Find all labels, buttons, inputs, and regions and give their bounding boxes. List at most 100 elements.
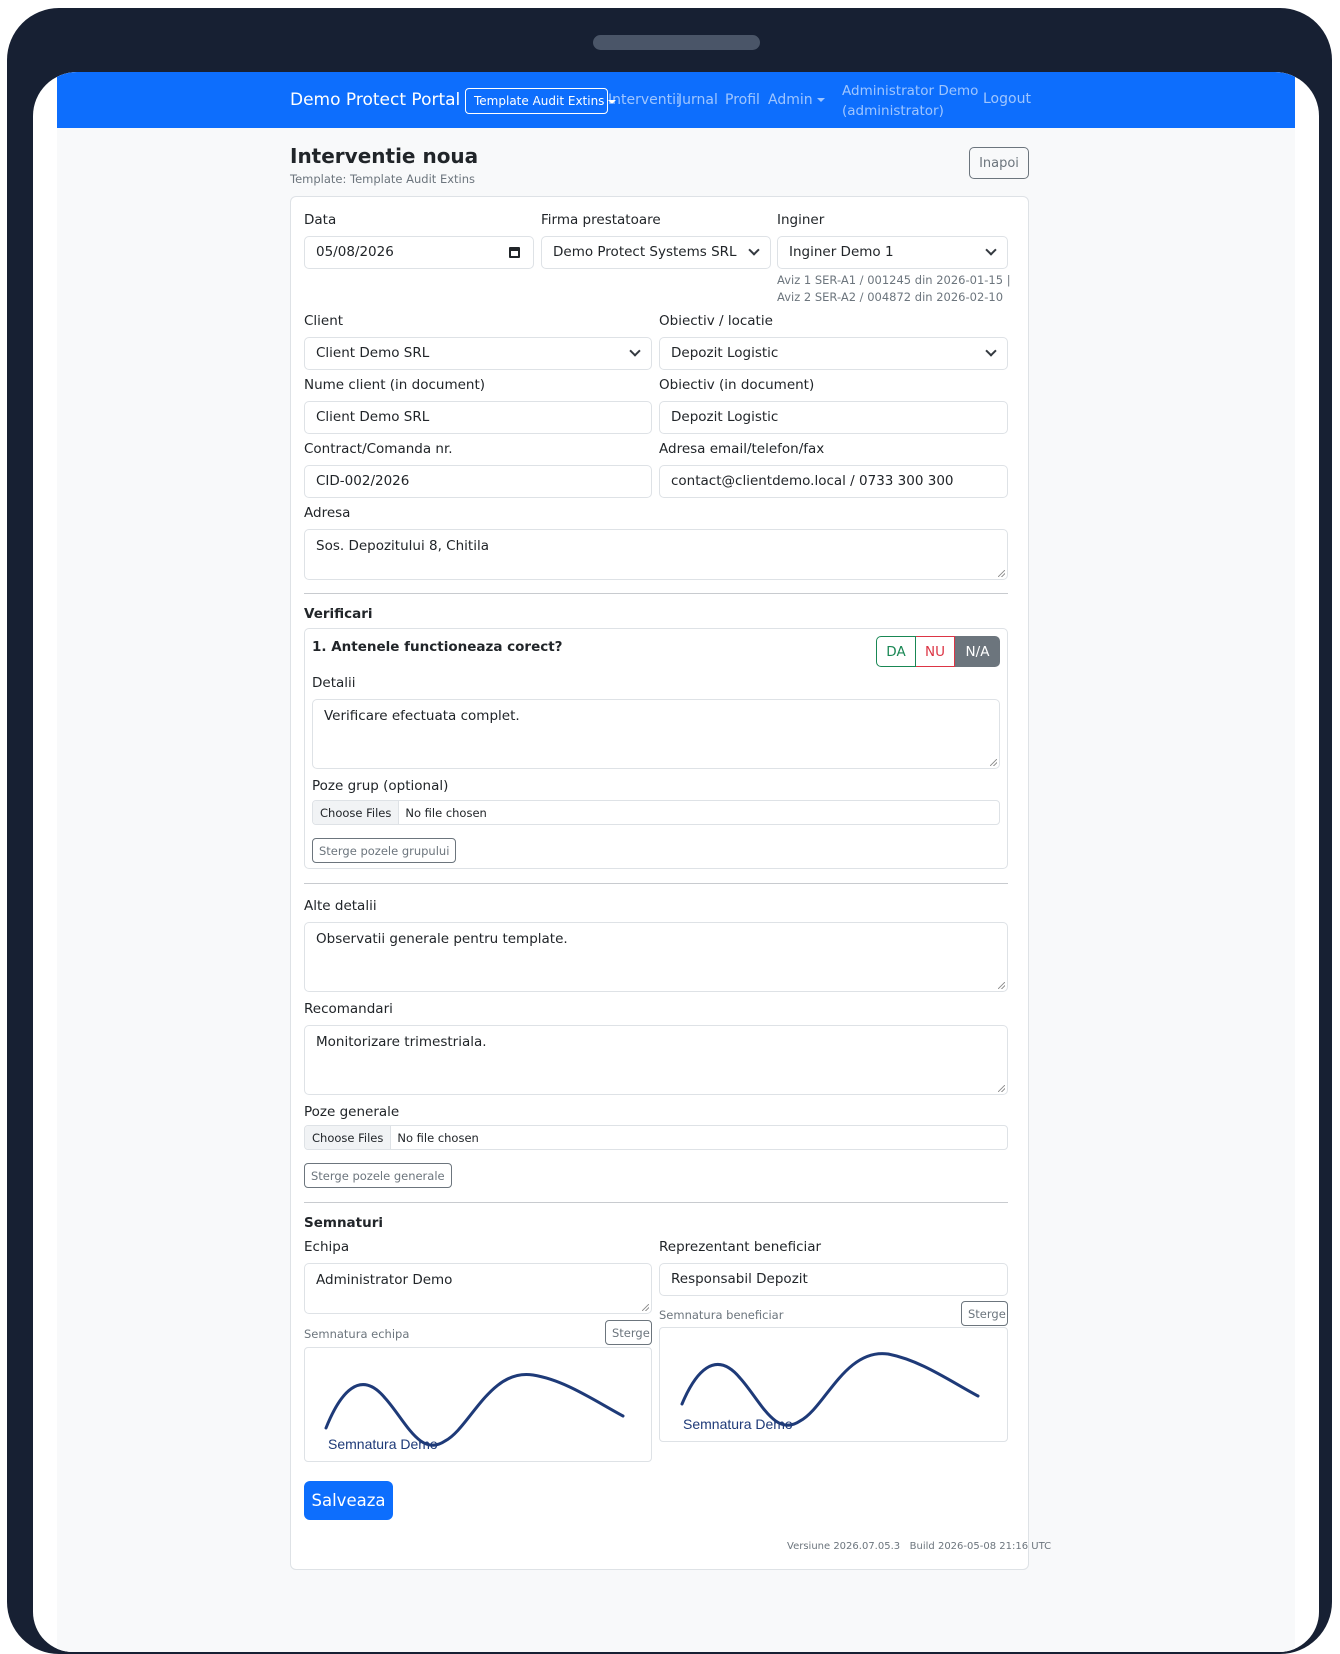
nume-client-label: Nume client (in document): [304, 377, 486, 393]
choose-files-button[interactable]: Choose Files: [305, 1126, 392, 1149]
page-title: Interventie noua: [290, 144, 479, 168]
signature-echipa-text: Semnatura Demo: [328, 1436, 438, 1452]
signature-beneficiar-text: Semnatura Demo: [683, 1416, 793, 1432]
nume-client-input[interactable]: Client Demo SRL: [304, 401, 652, 434]
sterge-poze-grup-button[interactable]: Sterge pozele grupului: [312, 838, 457, 863]
intervention-form-card: Data 05/08/2026 Firma prestatoare Demo P…: [290, 196, 1029, 1570]
obiectiv-doc-input[interactable]: Depozit Logistic: [659, 401, 1008, 434]
user-name: Administrator Demo: [842, 83, 979, 99]
navbar: Demo Protect Portal Template Audit Extin…: [57, 72, 1295, 128]
logout-link[interactable]: Logout: [983, 91, 1031, 107]
signature-echipa-drawing: Semnatura Demo: [324, 1373, 625, 1452]
divider: [304, 593, 1008, 594]
recomandari-label: Recomandari: [304, 1001, 393, 1017]
caret-down-icon: [816, 98, 825, 102]
alte-detalii-textarea[interactable]: Observatii generale pentru template.: [304, 922, 1008, 992]
nav-admin-label: Admin: [768, 92, 813, 108]
poze-grup-label: Poze grup (optional): [312, 778, 449, 794]
inginer-label: Inginer: [777, 212, 825, 228]
resize-handle-icon[interactable]: [990, 759, 997, 766]
template-dropdown-button[interactable]: Template Audit Extins: [465, 88, 617, 114]
data-label: Data: [304, 212, 337, 228]
contract-input[interactable]: CID-002/2026: [304, 465, 652, 498]
user-role: (administrator): [842, 103, 944, 119]
choose-files-button[interactable]: Choose Files: [313, 801, 400, 824]
answer-button-group: DA NU N/A: [876, 636, 1000, 667]
client-select-value: Client Demo SRL: [316, 345, 430, 361]
nav-user-info[interactable]: Administrator Demo (administrator): [842, 81, 978, 121]
poze-generale-label: Poze generale: [304, 1104, 400, 1120]
sterge-semnatura-echipa-button[interactable]: Sterge: [605, 1320, 652, 1345]
sterge-poze-generale-button[interactable]: Sterge pozele generale: [304, 1163, 452, 1188]
contact-input[interactable]: contact@clientdemo.local / 0733 300 300: [659, 465, 1008, 498]
divider: [304, 883, 1008, 884]
answer-na-button[interactable]: N/A: [955, 636, 1000, 667]
tablet-frame: Demo Protect Portal Template Audit Extin…: [7, 8, 1332, 1654]
semnatura-echipa-label: Semnatura echipa: [304, 1327, 410, 1341]
data-date-input[interactable]: 05/08/2026: [304, 236, 534, 269]
contract-label: Contract/Comanda nr.: [304, 441, 453, 457]
beneficiar-label: Reprezentant beneficiar: [659, 1239, 822, 1255]
poze-grup-file-input[interactable]: Choose Files No file chosen: [312, 800, 1000, 825]
tablet-speaker: [593, 35, 760, 50]
chevron-down-icon: [629, 345, 641, 357]
signature-beneficiar-drawing: Semnatura Demo: [680, 1352, 980, 1432]
firma-select[interactable]: Demo Protect Systems SRL: [541, 236, 771, 269]
footer-version: Versiune 2026.07.05.3 Build 2026-05-08 2…: [787, 1541, 1051, 1552]
browser-viewport: Demo Protect Portal Template Audit Extin…: [57, 72, 1295, 1652]
file-status: No file chosen: [397, 1131, 479, 1145]
alte-detalii-label: Alte detalii: [304, 898, 377, 914]
resize-handle-icon[interactable]: [998, 1085, 1005, 1092]
save-button[interactable]: Salveaza: [304, 1481, 393, 1520]
chevron-down-icon: [748, 244, 760, 256]
recomandari-textarea[interactable]: Monitorizare trimestriala.: [304, 1025, 1008, 1095]
divider: [304, 1202, 1008, 1203]
signature-pad-echipa[interactable]: Semnatura Demo: [304, 1347, 652, 1462]
adresa-textarea[interactable]: Sos. Depozitului 8, Chitila: [304, 529, 1008, 580]
answer-nu-button[interactable]: NU: [916, 636, 955, 667]
page-subtitle: Template: Template Audit Extins: [290, 172, 476, 186]
echipa-value: Administrator Demo: [316, 1272, 453, 1288]
detalii-label: Detalii: [312, 675, 356, 691]
alte-detalii-value: Observatii generale pentru template.: [316, 931, 568, 947]
inginer-select[interactable]: Inginer Demo 1: [777, 236, 1008, 269]
verificari-heading: Verificari: [304, 606, 373, 622]
semnatura-beneficiar-label: Semnatura beneficiar: [659, 1308, 784, 1322]
answer-da-button[interactable]: DA: [876, 636, 916, 667]
resize-handle-icon[interactable]: [998, 570, 1005, 577]
detalii-textarea[interactable]: Verificare efectuata complet.: [312, 699, 1000, 769]
brand-link[interactable]: Demo Protect Portal: [290, 90, 460, 110]
beneficiar-input[interactable]: Responsabil Depozit: [659, 1263, 1008, 1296]
inginer-aviz-hint: Aviz 1 SER-A1 / 001245 din 2026-01-15 | …: [777, 273, 1011, 304]
back-button[interactable]: Inapoi: [969, 147, 1029, 179]
nav-link-admin[interactable]: Admin: [768, 92, 825, 108]
resize-handle-icon[interactable]: [998, 982, 1005, 989]
calendar-icon[interactable]: [509, 247, 520, 258]
resize-handle-icon[interactable]: [642, 1304, 649, 1311]
recomandari-value: Monitorizare trimestriala.: [316, 1034, 487, 1050]
tablet-screen: Demo Protect Portal Template Audit Extin…: [33, 72, 1319, 1652]
client-select[interactable]: Client Demo SRL: [304, 337, 652, 370]
nav-link-interventii[interactable]: Interventii: [608, 92, 680, 108]
nav-link-profil[interactable]: Profil: [725, 92, 760, 108]
client-label: Client: [304, 313, 344, 329]
chevron-down-icon: [985, 244, 997, 256]
firma-select-value: Demo Protect Systems SRL: [553, 244, 737, 260]
signature-pad-beneficiar[interactable]: Semnatura Demo: [659, 1327, 1008, 1442]
adresa-value: Sos. Depozitului 8, Chitila: [316, 538, 489, 554]
file-status: No file chosen: [405, 806, 487, 820]
echipa-textarea[interactable]: Administrator Demo: [304, 1263, 652, 1314]
semnaturi-heading: Semnaturi: [304, 1215, 384, 1231]
verificare-question: 1. Antenele functioneaza corect?: [312, 639, 563, 655]
nav-link-jurnal[interactable]: Jurnal: [678, 92, 718, 108]
obiectiv-doc-label: Obiectiv (in document): [659, 377, 815, 393]
contact-label: Adresa email/telefon/fax: [659, 441, 825, 457]
template-dropdown-label: Template Audit Extins: [474, 94, 605, 108]
obiectiv-select[interactable]: Depozit Logistic: [659, 337, 1008, 370]
detalii-value: Verificare efectuata complet.: [324, 708, 520, 724]
version-text: Versiune 2026.07.05.3: [787, 1541, 901, 1552]
poze-generale-file-input[interactable]: Choose Files No file chosen: [304, 1125, 1008, 1150]
firma-label: Firma prestatoare: [541, 212, 661, 228]
sterge-semnatura-beneficiar-button[interactable]: Sterge: [961, 1301, 1008, 1326]
obiectiv-label: Obiectiv / locatie: [659, 313, 773, 329]
